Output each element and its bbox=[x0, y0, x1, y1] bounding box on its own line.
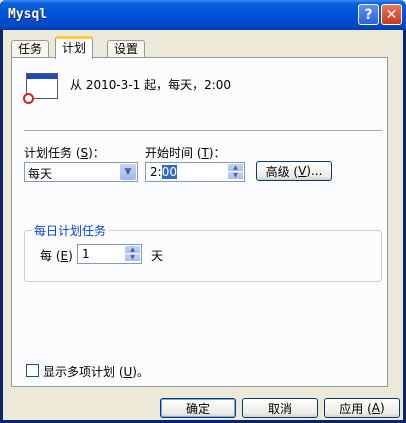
schedule-task-label: 计划任务 (S)： bbox=[24, 146, 105, 160]
clock-icon bbox=[23, 93, 34, 104]
spin-up-icon[interactable]: ▲ bbox=[125, 246, 140, 254]
show-multiple-checkbox[interactable] bbox=[26, 364, 39, 377]
apply-button[interactable]: 应用 (A) bbox=[324, 398, 400, 418]
dialog-window: Mysql ? ✕ 任务 计划 设置 从 2010-3-1 起，每天，2:00 … bbox=[0, 0, 406, 423]
window-title: Mysql bbox=[8, 7, 48, 22]
start-time-label: 开始时间 (T)： bbox=[145, 146, 226, 160]
start-time-spinner[interactable]: 2:00 ▲ ▼ bbox=[145, 162, 245, 182]
tab-task[interactable]: 任务 bbox=[11, 40, 50, 58]
tab-settings[interactable]: 设置 bbox=[107, 40, 146, 58]
every-days-spinner[interactable]: 1 ▲ ▼ bbox=[77, 244, 142, 264]
dialog-client: 任务 计划 设置 从 2010-3-1 起，每天，2:00 计划任务 (S)： … bbox=[3, 30, 403, 420]
every-days-value[interactable]: 1 bbox=[82, 247, 90, 261]
spin-down-icon[interactable]: ▼ bbox=[125, 254, 140, 262]
spin-up-icon[interactable]: ▲ bbox=[228, 164, 243, 172]
close-icon: ✕ bbox=[385, 6, 398, 23]
days-unit-label: 天 bbox=[151, 249, 164, 263]
chevron-down-icon[interactable]: ▼ bbox=[120, 164, 136, 180]
daily-schedule-group-title: 每日计划任务 bbox=[32, 222, 109, 239]
schedule-task-value: 每天 bbox=[28, 167, 53, 181]
scheduled-task-icon bbox=[23, 73, 58, 104]
every-label: 每 (E) bbox=[40, 249, 73, 263]
show-multiple-label[interactable]: 显示多项计划 (U)。 bbox=[43, 363, 149, 380]
start-time-value[interactable]: 2:00 bbox=[150, 165, 177, 179]
tab-schedule[interactable]: 计划 bbox=[55, 36, 94, 59]
schedule-task-select[interactable]: 每天 ▼ bbox=[24, 162, 138, 182]
help-button[interactable]: ? bbox=[358, 4, 379, 25]
help-icon: ? bbox=[364, 6, 373, 23]
close-button[interactable]: ✕ bbox=[381, 4, 402, 25]
ok-button[interactable]: 确定 bbox=[160, 398, 236, 418]
title-bar[interactable]: Mysql ? ✕ bbox=[0, 0, 406, 30]
schedule-summary: 从 2010-3-1 起，每天，2:00 bbox=[70, 78, 232, 92]
separator bbox=[24, 130, 382, 132]
schedule-panel: 从 2010-3-1 起，每天，2:00 计划任务 (S)： 每天 ▼ 开始时间… bbox=[11, 57, 388, 387]
spin-down-icon[interactable]: ▼ bbox=[228, 172, 243, 180]
cancel-button[interactable]: 取消 bbox=[242, 398, 318, 418]
advanced-button[interactable]: 高级 (V)... bbox=[256, 161, 332, 181]
